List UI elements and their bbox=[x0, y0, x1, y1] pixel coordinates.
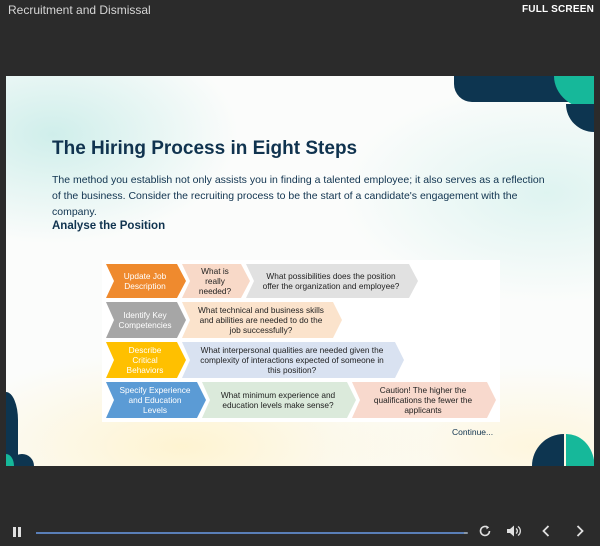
pause-icon bbox=[13, 527, 21, 537]
question-caution-qualifications: Caution! The higher the qualifications t… bbox=[352, 382, 496, 418]
course-title: Recruitment and Dismissal bbox=[8, 3, 151, 17]
process-diagram: Update Job Description What is really ne… bbox=[102, 260, 500, 422]
question-position-possibilities: What possibilities does the position off… bbox=[246, 264, 418, 298]
slide: The Hiring Process in Eight Steps The me… bbox=[6, 76, 594, 466]
progress-bar[interactable] bbox=[36, 532, 468, 534]
bottom-right-decoration bbox=[532, 433, 594, 466]
top-bar: Recruitment and Dismissal FULL SCREEN bbox=[0, 0, 600, 22]
volume-icon bbox=[507, 525, 521, 537]
next-button[interactable] bbox=[574, 524, 586, 543]
player-controls bbox=[0, 516, 600, 546]
full-screen-button[interactable]: FULL SCREEN bbox=[522, 4, 594, 15]
step-update-job-description: Update Job Description bbox=[106, 264, 186, 298]
question-minimum-experience: What minimum experience and education le… bbox=[202, 382, 356, 418]
bottom-left-decoration bbox=[6, 392, 34, 466]
replay-button[interactable] bbox=[478, 524, 492, 543]
top-right-decoration bbox=[454, 76, 594, 132]
chevron-right-icon bbox=[576, 525, 584, 537]
progress-fill bbox=[36, 532, 464, 534]
question-interpersonal-qualities: What interpersonal qualities are needed … bbox=[182, 342, 404, 378]
replay-icon bbox=[479, 525, 491, 537]
question-technical-skills: What technical and business skills and a… bbox=[182, 302, 342, 338]
question-what-is-really-needed: What is really needed? bbox=[182, 264, 250, 298]
slide-title: The Hiring Process in Eight Steps bbox=[52, 138, 358, 159]
pause-button[interactable] bbox=[12, 525, 22, 543]
step-describe-critical-behaviors: Describe Critical Behaviors bbox=[106, 342, 186, 378]
continue-link[interactable]: Continue... bbox=[452, 427, 493, 437]
volume-button[interactable] bbox=[506, 524, 522, 543]
slide-intro: The method you establish not only assist… bbox=[52, 174, 545, 218]
step-identify-key-competencies: Identify Key Competencies bbox=[106, 302, 186, 338]
section-heading: Analyse the Position bbox=[52, 220, 166, 232]
chevron-left-icon bbox=[542, 525, 550, 537]
step-specify-experience-education: Specify Experience and Education Levels bbox=[106, 382, 206, 418]
previous-button[interactable] bbox=[540, 524, 552, 543]
